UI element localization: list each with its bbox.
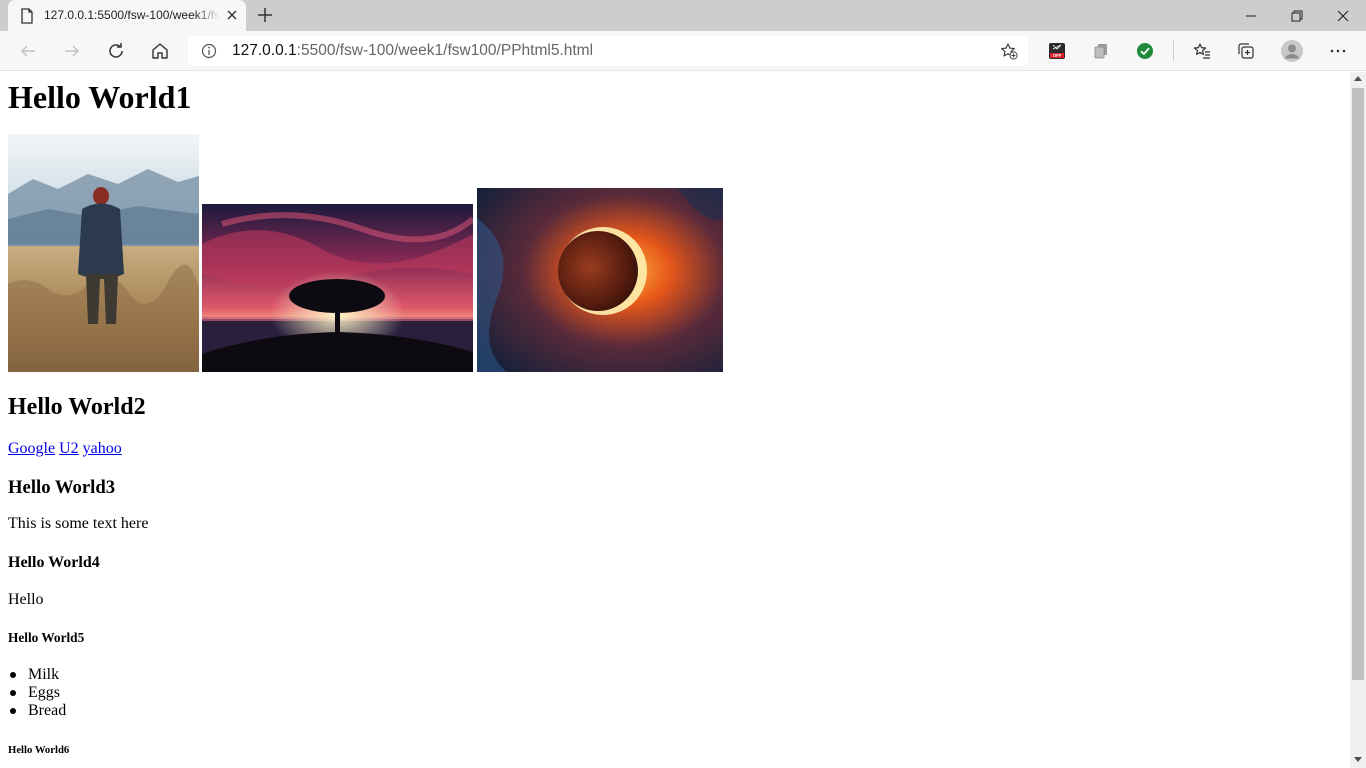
forward-arrow-icon: [65, 45, 80, 57]
list-item: Bread: [8, 702, 66, 720]
star-plus-icon[interactable]: [1000, 42, 1018, 60]
list-item: Milk: [8, 666, 66, 684]
toolbar-divider: [1173, 41, 1174, 61]
bullet-icon: [10, 708, 16, 714]
list-item: Eggs: [8, 684, 66, 702]
scrollbar-thumb[interactable]: [1352, 88, 1364, 680]
back-arrow-icon: [20, 45, 35, 57]
scroll-down-arrow-icon[interactable]: [1354, 757, 1362, 762]
profile-avatar-icon: [1281, 40, 1303, 62]
off-extension-icon: OFF: [1049, 43, 1065, 59]
minimize-icon: [1246, 15, 1256, 16]
grocery-list: Milk Eggs Bread: [8, 666, 66, 720]
browser-tab[interactable]: 127.0.0.1:5500/fsw-100/week1/fsw100/PPht…: [8, 0, 246, 31]
list-item-label: Eggs: [28, 684, 60, 701]
green-check-extension-button[interactable]: [1135, 41, 1155, 61]
address-url[interactable]: 127.0.0.1:5500/fsw-100/week1/fsw100/PPht…: [232, 42, 593, 60]
heading-5: Hello World5: [8, 630, 85, 645]
more-menu-icon: [1330, 49, 1346, 53]
restore-icon: [1291, 10, 1303, 21]
more-menu-button[interactable]: [1328, 41, 1348, 61]
url-host: 127.0.0.1: [232, 42, 297, 59]
reload-button[interactable]: [106, 41, 126, 61]
heading-3: Hello World3: [8, 477, 116, 498]
collections-icon: [1238, 43, 1254, 59]
address-bar[interactable]: 127.0.0.1:5500/fsw-100/week1/fsw100/PPht…: [188, 36, 1028, 66]
copy-extension-button[interactable]: [1091, 41, 1111, 61]
bullet-icon: [10, 690, 16, 696]
page-icon: [21, 8, 33, 24]
list-item-label: Milk: [28, 666, 60, 683]
heading-2: Hello World2: [8, 394, 146, 420]
paragraph-text: This is some text here: [8, 515, 149, 532]
url-path: :5500/fsw-100/week1/fsw100/PPhtml5.html: [296, 42, 594, 59]
profile-button[interactable]: [1280, 39, 1304, 63]
minimize-button[interactable]: [1228, 0, 1274, 31]
paragraph-hello: Hello: [8, 591, 44, 608]
google-link[interactable]: Google: [8, 440, 55, 457]
collections-button[interactable]: [1236, 41, 1256, 61]
heading-6: Hello World6: [8, 744, 70, 756]
tab-strip: 127.0.0.1:5500/fsw-100/week1/fsw100/PPht…: [0, 0, 1366, 31]
back-button[interactable]: [18, 41, 38, 61]
yahoo-link[interactable]: yahoo: [83, 440, 122, 457]
off-extension-button[interactable]: OFF: [1047, 41, 1067, 61]
bullet-icon: [10, 672, 16, 678]
list-item-label: Bread: [28, 702, 67, 719]
heading-1: Hello World1: [8, 79, 192, 115]
reload-icon: [109, 43, 123, 58]
favorites-icon: [1193, 43, 1210, 59]
window-close-button[interactable]: [1320, 0, 1366, 31]
copy-extension-icon: [1094, 44, 1107, 59]
tree-sunset-image: [202, 204, 473, 372]
restore-button[interactable]: [1274, 0, 1320, 31]
page-viewport: Hello World1 Hello World2 Google U2 yaho…: [0, 72, 1350, 768]
heading-4: Hello World4: [8, 554, 100, 571]
u2-link[interactable]: U2: [59, 440, 79, 457]
scroll-up-arrow-icon[interactable]: [1354, 76, 1362, 81]
person-in-field-image: [8, 134, 199, 372]
tab-close-icon[interactable]: [225, 8, 239, 22]
home-icon: [152, 43, 168, 59]
solar-eclipse-image: [477, 188, 723, 372]
new-tab-plus-icon[interactable]: [255, 5, 275, 25]
links-row: Google U2 yahoo: [8, 440, 122, 458]
svg-text:OFF: OFF: [1053, 53, 1062, 58]
green-check-extension-icon: [1137, 43, 1153, 59]
tab-title: 127.0.0.1:5500/fsw-100/week1/fsw100/PPht…: [44, 8, 220, 22]
home-button[interactable]: [150, 41, 170, 61]
browser-toolbar: 127.0.0.1:5500/fsw-100/week1/fsw100/PPht…: [0, 31, 1366, 71]
close-icon: [1337, 10, 1349, 21]
info-icon[interactable]: [201, 43, 217, 59]
favorites-button[interactable]: [1192, 41, 1212, 61]
vertical-scrollbar[interactable]: [1350, 72, 1366, 768]
forward-button[interactable]: [62, 41, 82, 61]
